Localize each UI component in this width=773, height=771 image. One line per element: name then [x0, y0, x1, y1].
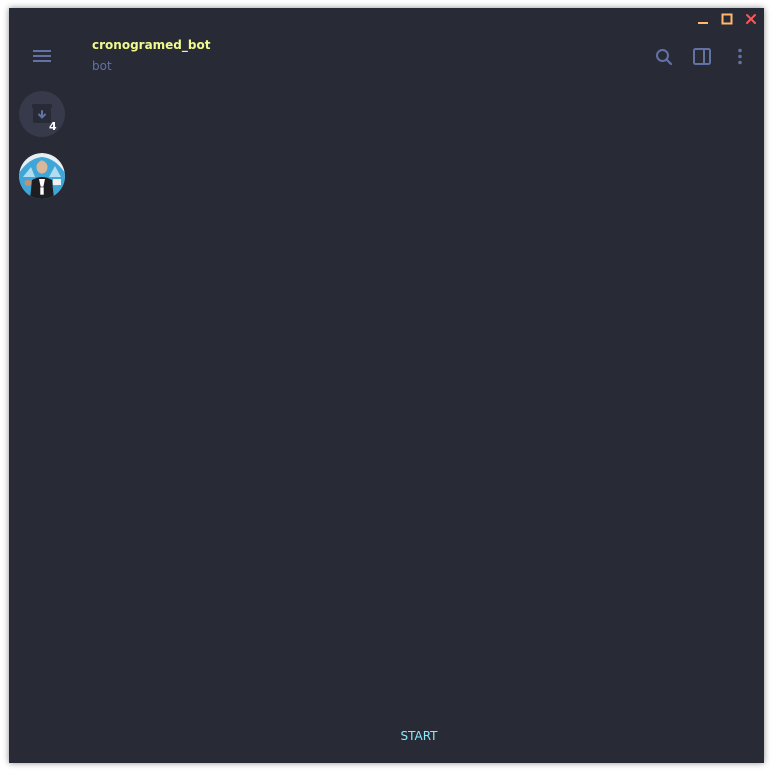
close-icon	[746, 14, 756, 24]
more-vertical-icon	[738, 48, 742, 65]
main-menu-button[interactable]	[29, 44, 55, 68]
chat-avatar[interactable]	[19, 153, 65, 199]
chat-title[interactable]: cronogramed_bot	[92, 38, 210, 52]
toggle-info-panel-button[interactable]	[691, 46, 713, 68]
app-window: 4 cronogramed_bot bot START	[9, 8, 764, 763]
search-button[interactable]	[653, 46, 675, 68]
archive-icon	[32, 104, 52, 123]
avatar-image	[19, 153, 65, 199]
maximize-icon	[721, 13, 733, 25]
start-bot-button[interactable]: START	[369, 729, 469, 749]
maximize-button[interactable]	[719, 12, 735, 26]
more-options-button[interactable]	[729, 46, 751, 68]
search-icon	[656, 49, 673, 66]
close-button[interactable]	[743, 12, 759, 26]
archive-unread-badge: 4	[49, 120, 57, 133]
archived-chats-button[interactable]	[19, 91, 65, 137]
chat-subtitle: bot	[92, 59, 112, 73]
minimize-button[interactable]	[695, 12, 711, 26]
chat-list-sidebar: 4	[9, 8, 76, 763]
hamburger-menu-icon	[33, 50, 51, 62]
minimize-icon	[698, 22, 708, 24]
sidebar-toggle-icon	[693, 48, 711, 65]
